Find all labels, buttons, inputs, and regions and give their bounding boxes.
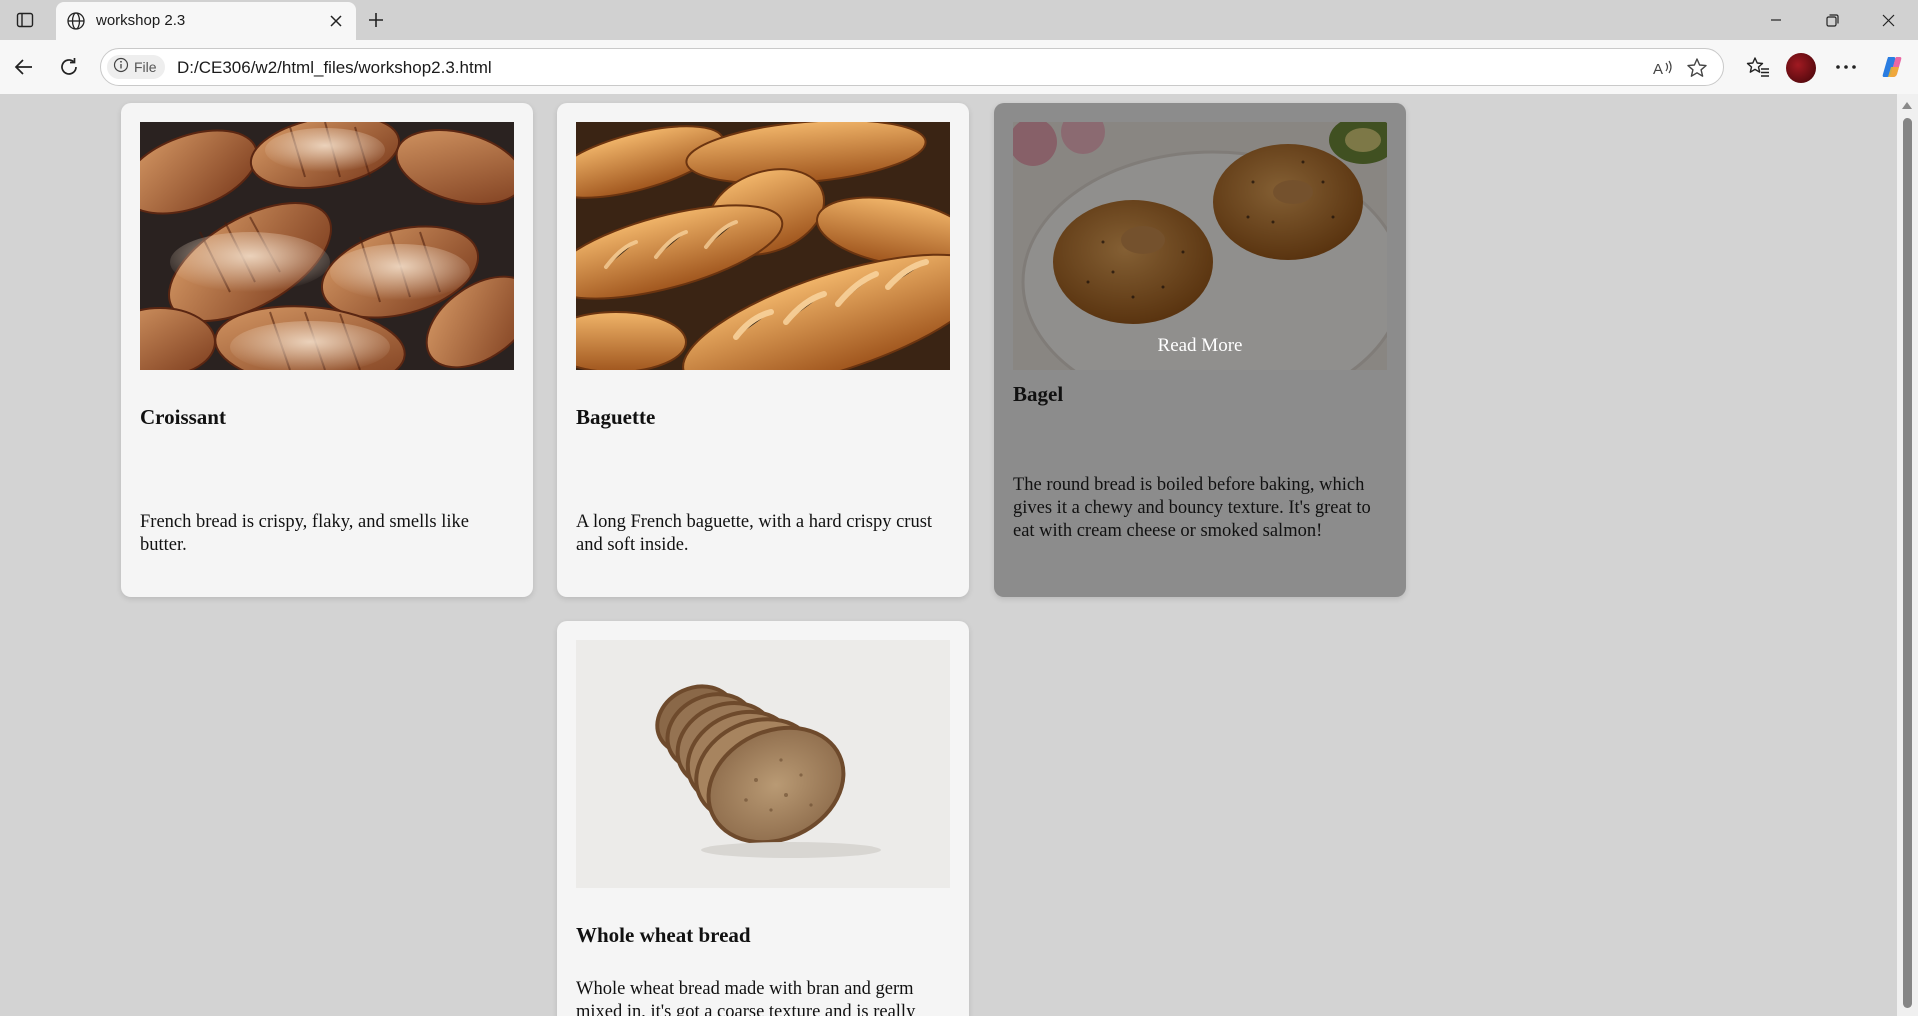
card-bagel[interactable]: Read More Bagel The round bread is boile…	[994, 103, 1406, 597]
favorites-icon[interactable]	[1744, 53, 1772, 81]
whole-wheat-bread-photo	[576, 640, 950, 888]
star-icon[interactable]	[1685, 56, 1709, 80]
card-whole-wheat-bread[interactable]: Whole wheat bread Whole wheat bread made…	[557, 621, 969, 1016]
card-description: A long French baguette, with a hard cris…	[576, 512, 933, 555]
card-description: The round bread is boiled before baking,…	[1013, 475, 1371, 541]
close-icon[interactable]	[326, 11, 346, 31]
window-close-icon[interactable]	[1860, 0, 1916, 40]
restore-icon[interactable]	[1804, 0, 1860, 40]
active-tab[interactable]: workshop 2.3	[56, 2, 356, 40]
vertical-scrollbar[interactable]	[1897, 94, 1918, 1016]
url-text[interactable]: D:/CE306/w2/html_files/workshop2.3.html	[177, 58, 492, 78]
site-info-label: File	[134, 59, 157, 75]
card-description: Whole wheat bread made with bran and ger…	[576, 979, 916, 1016]
profile-avatar[interactable]	[1786, 53, 1816, 83]
card-title-text: Whole wheat bread	[576, 923, 751, 947]
read-more-label[interactable]: Read More	[1013, 335, 1387, 357]
card-description: French bread is crispy, flaky, and smell…	[140, 512, 469, 555]
scroll-thumb[interactable]	[1903, 118, 1912, 1008]
card-title: Bagel	[1013, 382, 1064, 406]
croissant-photo	[140, 122, 514, 370]
tab-title: workshop 2.3	[96, 12, 186, 29]
tab-actions-icon[interactable]	[12, 8, 38, 32]
refresh-icon[interactable]	[55, 53, 83, 81]
minimize-icon[interactable]	[1748, 0, 1804, 40]
card-title: Baguette	[576, 405, 656, 429]
baguette-photo	[576, 122, 950, 370]
back-arrow-icon[interactable]	[10, 53, 38, 81]
more-icon[interactable]	[1832, 53, 1860, 81]
info-icon	[113, 57, 129, 78]
page-viewport: Croissant French bread is crispy, flaky,…	[5, 94, 1897, 1016]
scroll-up-arrow-icon[interactable]	[1902, 102, 1912, 109]
address-bar[interactable]: File D:/CE306/w2/html_files/workshop2.3.…	[100, 48, 1724, 86]
svg-text:A: A	[1653, 61, 1663, 78]
site-info-button[interactable]: File	[107, 55, 165, 79]
bagel-photo	[1013, 122, 1387, 370]
tab-strip: workshop 2.3	[0, 0, 1918, 40]
read-aloud-icon[interactable]: A	[1651, 56, 1675, 80]
card-croissant[interactable]: Croissant French bread is crispy, flaky,…	[121, 103, 533, 597]
globe-icon	[66, 11, 86, 31]
plus-icon[interactable]	[364, 8, 388, 32]
card-title: Croissant	[140, 405, 226, 429]
copilot-icon[interactable]	[1878, 53, 1906, 81]
navigation-toolbar: File D:/CE306/w2/html_files/workshop2.3.…	[0, 40, 1918, 94]
card-baguette[interactable]: Baguette A long French baguette, with a …	[557, 103, 969, 597]
